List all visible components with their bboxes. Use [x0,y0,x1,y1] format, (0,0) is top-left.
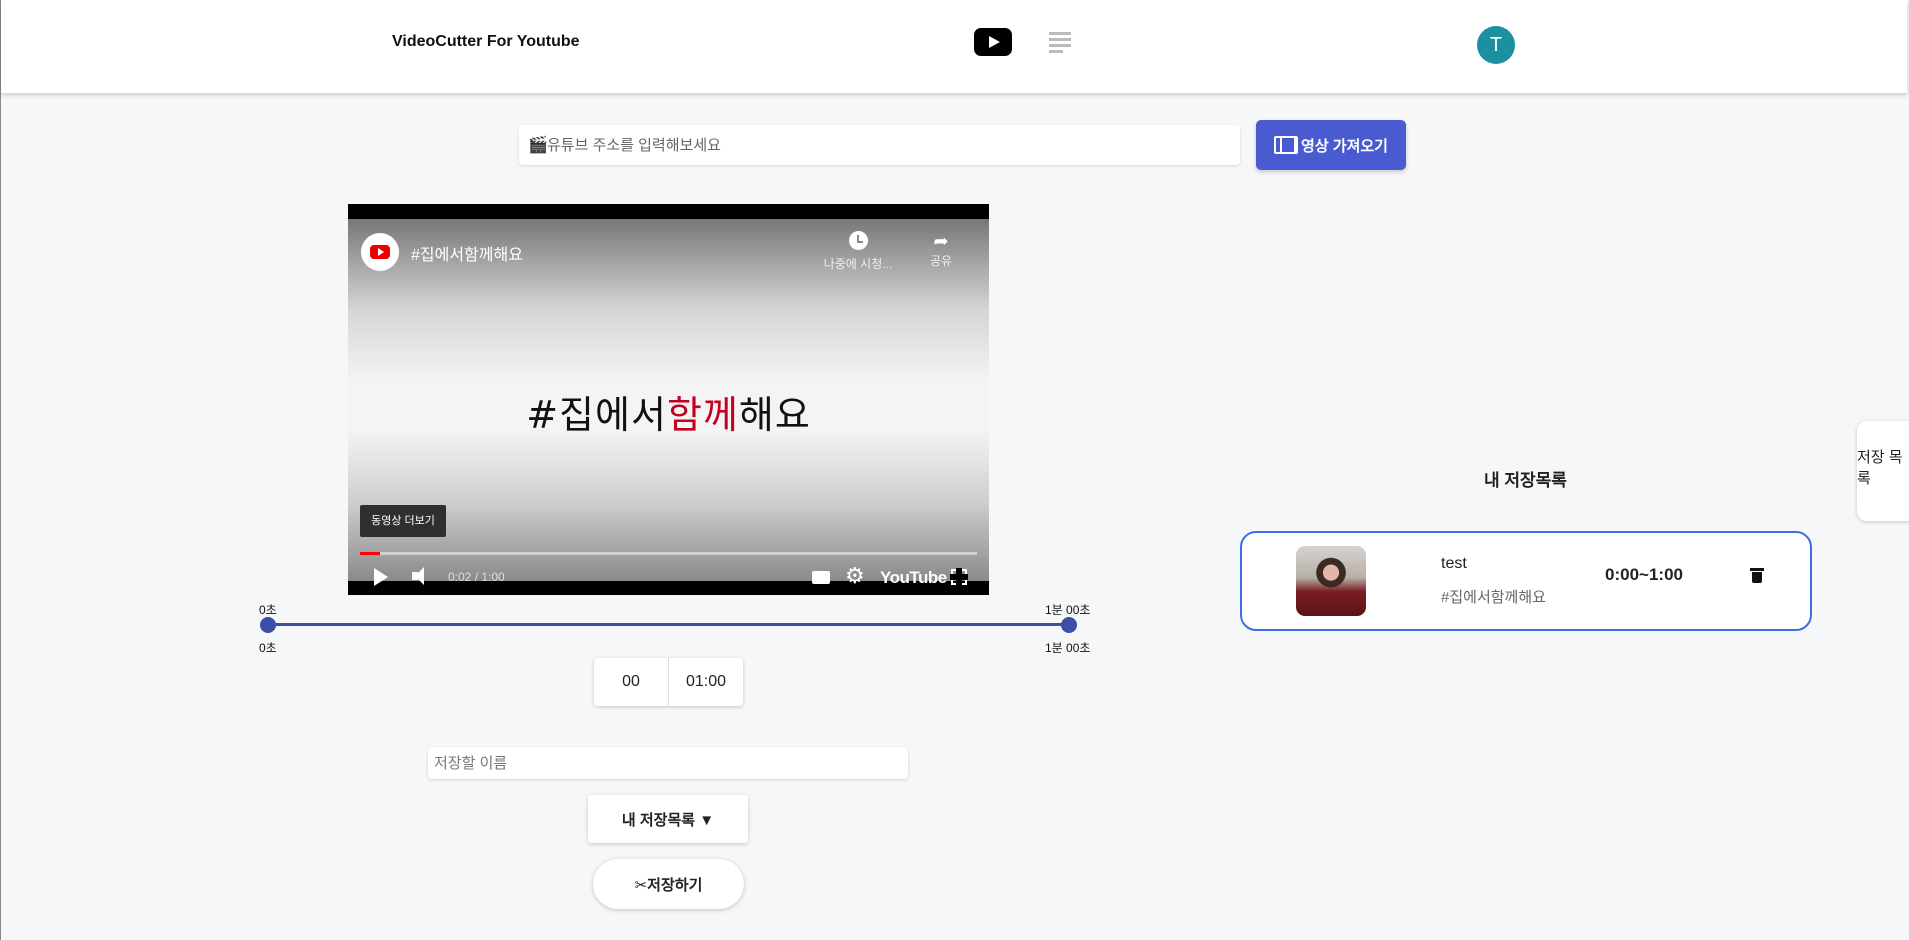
video-progress-bar[interactable] [360,552,977,555]
share-icon: ➦ [933,231,949,251]
saved-list-side-tab[interactable]: 저장 목 록 [1857,421,1909,521]
video-progress-fill [360,552,381,555]
video-screen[interactable]: #집에서함께해요 나중에 시청... ➦ 공유 #집에서함께해요 동영상 더보기… [348,219,989,588]
share-button[interactable]: ➦ 공유 [919,231,963,269]
fetch-video-button[interactable]: 영상 가져오기 [1256,120,1406,170]
range-start-thumb[interactable] [260,617,276,633]
subtitles-icon[interactable] [812,571,830,584]
video-frame-text: #집에서함께해요 [348,384,989,439]
video-player[interactable]: #집에서함께해요 나중에 시청... ➦ 공유 #집에서함께해요 동영상 더보기… [348,204,989,595]
clapperboard-icon: 🎬 [528,137,548,154]
save-name-input[interactable] [428,747,908,779]
more-videos-button[interactable]: 동영상 더보기 [360,505,446,537]
my-list-dropdown-button[interactable]: 내 저장목록 ▼ [588,795,748,843]
range-start-label-bottom: 0초 [259,641,277,655]
youtube-logo[interactable]: YouTube [880,568,947,588]
fetch-video-label: 영상 가져오기 [1301,137,1388,155]
saved-item-video-title: #집에서함께해요 [1441,589,1546,606]
frame-text-red: 함께 [666,393,739,437]
frame-text-part1: #집에서 [526,393,667,437]
range-start-label-top: 0초 [259,603,277,617]
trash-icon[interactable] [1750,568,1764,583]
top-header: VideoCutter For Youtube T [1,0,1907,93]
range-end-thumb[interactable] [1061,617,1077,633]
play-icon[interactable] [374,568,388,586]
saved-item-card[interactable]: test #집에서함께해요 0:00~1:00 [1240,531,1812,631]
saved-item-name: test [1441,555,1467,572]
saved-item-thumbnail [1296,546,1366,616]
youtube-icon[interactable] [974,28,1012,56]
clock-icon [848,231,868,250]
save-button[interactable]: ✂저장하기 [593,859,744,909]
saved-list-title: 내 저장목록 [1484,471,1567,490]
user-avatar[interactable]: T [1477,26,1515,64]
range-end-label-top: 1분 00초 [1045,603,1091,617]
side-tab-label-line2: 록 [1857,470,1871,487]
time-inputs: 00 01:00 [594,658,743,706]
frame-text-part2: 해요 [738,393,811,437]
settings-gear-icon[interactable]: ⚙ [845,563,865,589]
fullscreen-icon[interactable] [950,568,968,586]
side-tab-label-line1: 저장 목 [1857,449,1903,466]
saved-item-range: 0:00~1:00 [1605,565,1683,584]
start-time-field[interactable]: 00 [594,658,668,706]
end-time-field[interactable]: 01:00 [668,658,743,706]
url-input-container: 🎬 [519,125,1240,165]
menu-icon[interactable] [1049,32,1071,53]
share-label: 공유 [929,254,953,268]
watch-later-label: 나중에 시청... [823,257,893,271]
range-end-label-bottom: 1분 00초 [1045,641,1091,655]
channel-icon[interactable] [361,233,399,271]
range-slider-track[interactable] [268,623,1069,626]
volume-icon[interactable] [412,566,432,586]
watch-later-button[interactable]: 나중에 시청... [818,231,898,272]
video-time: 0:02 / 1:00 [448,570,505,584]
app-title[interactable]: VideoCutter For Youtube [392,33,580,51]
youtube-url-input[interactable] [547,125,1237,165]
video-title[interactable]: #집에서함께해요 [411,241,523,265]
film-icon [1274,136,1299,154]
